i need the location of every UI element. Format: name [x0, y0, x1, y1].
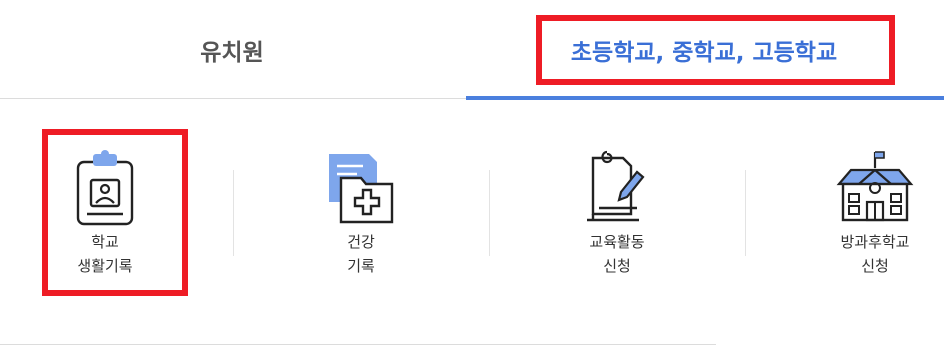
- highlight-box-menu-item: [42, 129, 188, 296]
- tab-kindergarten[interactable]: 유치원: [0, 0, 464, 100]
- school-building-icon: [836, 151, 914, 222]
- menu-divider: [745, 170, 746, 256]
- menu-item-label: 방과후학교 신청: [840, 233, 910, 275]
- menu-divider: [489, 170, 490, 256]
- menu-item-label: 교육활동 신청: [589, 233, 645, 275]
- menu-item-health-record[interactable]: 건강 기록: [261, 100, 461, 346]
- medical-folder-icon: [329, 154, 394, 224]
- menu-item-education-activity-apply[interactable]: 교육활동 신청: [517, 100, 717, 346]
- menu-item-label: 건강 기록: [347, 233, 375, 275]
- highlight-box-tab: [536, 15, 895, 85]
- menu-divider: [233, 170, 234, 256]
- bottom-border: [0, 344, 716, 345]
- menu-item-after-school-apply[interactable]: 방과후학교 신청: [775, 100, 944, 346]
- notebook-pencil-icon: [587, 150, 645, 222]
